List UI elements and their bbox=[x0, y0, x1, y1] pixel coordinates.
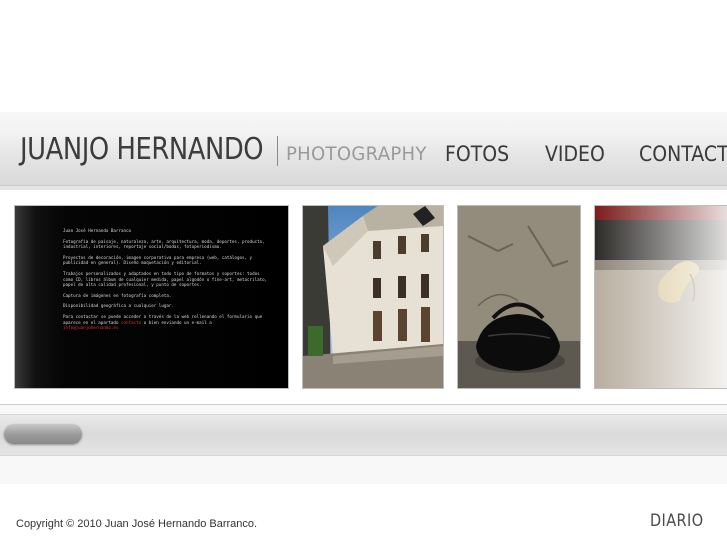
nav-contacto[interactable]: CONTACTO bbox=[639, 142, 727, 166]
email-link[interactable]: info@juanjohernando.es bbox=[63, 325, 118, 330]
photo-building[interactable] bbox=[302, 205, 444, 389]
diario-link[interactable]: DIARIO bbox=[650, 511, 704, 531]
about-text-panel[interactable]: Juan José Hernando Barranco Fotografía d… bbox=[14, 205, 289, 389]
about-contact-text-end: o bien enviando un e-mail a bbox=[143, 319, 212, 325]
about-paragraph: Fotografía de paisaje, naturaleza, arte,… bbox=[63, 238, 265, 250]
scrollbar-handle[interactable] bbox=[4, 424, 82, 444]
logo-subtitle: PHOTOGRAPHY bbox=[286, 143, 427, 165]
photo-leaf-wall[interactable] bbox=[594, 205, 727, 389]
copyright-text: Copyright © 2010 Juan José Hernando Barr… bbox=[16, 518, 258, 530]
about-paragraph: Proyectos de decoración, imagen corporat… bbox=[63, 254, 253, 266]
about-paragraph: Captura de imágenes en fotografía comple… bbox=[63, 292, 172, 298]
nav-video[interactable]: VIDEO bbox=[545, 142, 605, 166]
gallery-strip: Juan José Hernando Barranco Fotografía d… bbox=[0, 190, 727, 405]
about-contact-paragraph: Para contactar se puede acceder a través… bbox=[63, 314, 268, 331]
about-text: Juan José Hernando Barranco Fotografía d… bbox=[63, 228, 268, 336]
about-title: Juan José Hernando Barranco bbox=[63, 228, 132, 233]
nav-fotos[interactable]: FOTOS bbox=[445, 142, 509, 166]
handbag-photo-image bbox=[458, 206, 580, 388]
about-paragraph: Trabajos personalizados y adaptados en t… bbox=[63, 270, 268, 288]
photo-handbag[interactable] bbox=[457, 205, 581, 389]
gallery-scrollbar[interactable] bbox=[0, 414, 727, 456]
leaf-photo-image bbox=[595, 206, 727, 388]
contact-link[interactable]: contacto bbox=[121, 320, 141, 325]
logo-name[interactable]: JUANJO HERNANDO bbox=[20, 132, 264, 167]
logo-divider bbox=[277, 136, 278, 166]
about-paragraph: Disponibilidad geográfica a cualquier lu… bbox=[63, 303, 174, 309]
building-photo-image bbox=[303, 206, 443, 388]
